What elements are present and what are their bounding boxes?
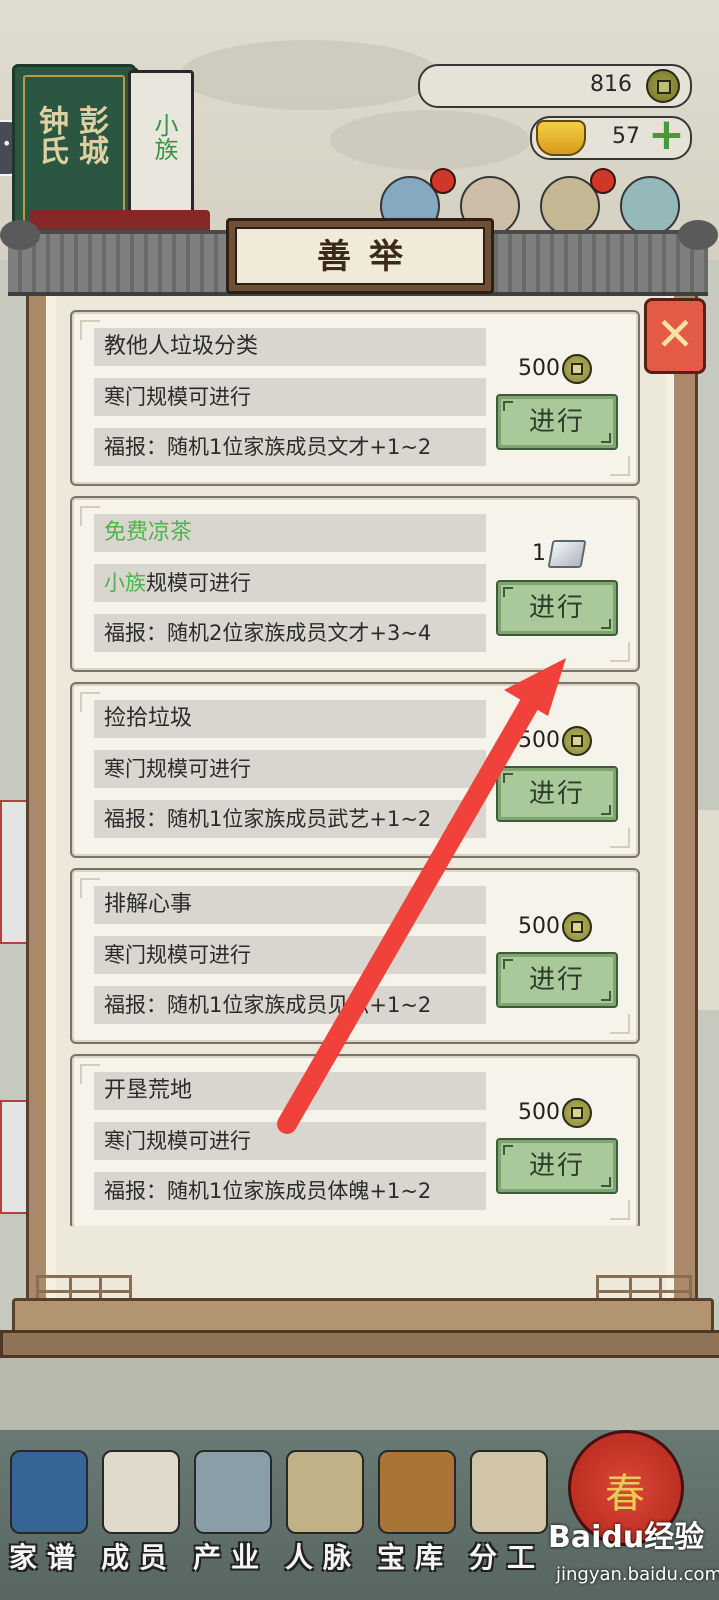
perform-deed-button[interactable]: 进行 — [496, 952, 618, 1008]
deed-name: 排解心事 — [94, 886, 486, 924]
watermark: Baidu经验 jingyan.baidu.com — [548, 1512, 719, 1596]
copper-coin-icon — [562, 354, 592, 384]
roof-end-right — [678, 220, 718, 250]
perform-deed-button[interactable]: 进行 — [496, 766, 618, 822]
deed-list[interactable]: 教他人垃圾分类 寒门规模可进行 福报：随机1位家族成员文才+1~2 500 进行… — [68, 308, 648, 1226]
deed-cost: 500 — [518, 912, 592, 942]
silver-ingot-icon — [547, 540, 587, 568]
perform-deed-button[interactable]: 进行 — [496, 1138, 618, 1194]
deed-card: 排解心事 寒门规模可进行 福报：随机1位家族成员见识+1~2 500 进行 — [70, 868, 640, 1044]
deed-card: 捡拾垃圾 寒门规模可进行 福报：随机1位家族成员武艺+1~2 500 进行 — [70, 682, 640, 858]
deed-name: 捡拾垃圾 — [94, 700, 486, 738]
deed-requirement-text: 规模可进行 — [146, 571, 251, 595]
deed-requirement: 小族规模可进行 — [94, 564, 486, 602]
deed-reward: 福报：随机1位家族成员文才+1~2 — [94, 428, 486, 466]
deed-reward: 福报：随机1位家族成员体魄+1~2 — [94, 1172, 486, 1210]
deed-requirement-rank: 小族 — [104, 571, 146, 595]
deed-card: 教他人垃圾分类 寒门规模可进行 福报：随机1位家族成员文才+1~2 500 进行 — [70, 310, 640, 486]
deed-card: 开垦荒地 寒门规模可进行 福报：随机1位家族成员体魄+1~2 500 进行 — [70, 1054, 640, 1226]
deed-cost-value: 1 — [532, 541, 546, 566]
dialog-base-beam — [0, 1330, 719, 1358]
deed-reward: 福报：随机2位家族成员文才+3~4 — [94, 614, 486, 652]
deed-card: 免费凉茶 小族规模可进行 福报：随机2位家族成员文才+3~4 1 进行 — [70, 496, 640, 672]
deed-cost: 500 — [518, 726, 592, 756]
perform-deed-button[interactable]: 进行 — [496, 394, 618, 450]
deed-name: 开垦荒地 — [94, 1072, 486, 1110]
deed-reward: 福报：随机1位家族成员见识+1~2 — [94, 986, 486, 1024]
copper-coin-icon — [562, 726, 592, 756]
deed-name: 免费凉茶 — [94, 514, 486, 552]
copper-coin-icon — [562, 1098, 592, 1128]
deed-cost: 500 — [518, 354, 592, 384]
deed-cost-value: 500 — [518, 728, 560, 753]
deed-cost: 1 — [532, 540, 587, 570]
watermark-url: jingyan.baidu.com — [556, 1564, 719, 1585]
deed-name: 教他人垃圾分类 — [94, 328, 486, 366]
perform-deed-button[interactable]: 进行 — [496, 580, 618, 636]
deed-requirement: 寒门规模可进行 — [94, 750, 486, 788]
deed-cost-value: 500 — [518, 356, 560, 381]
roof-end-left — [0, 220, 40, 250]
deed-requirement: 寒门规模可进行 — [94, 1122, 486, 1160]
dialog-title-plaque: 善举 — [226, 218, 494, 294]
deed-cost-value: 500 — [518, 1100, 560, 1125]
close-button[interactable]: ✕ — [644, 298, 706, 374]
deed-cost: 500 — [518, 1098, 592, 1128]
deed-requirement: 寒门规模可进行 — [94, 936, 486, 974]
copper-coin-icon — [562, 912, 592, 942]
dialog-title: 善举 — [317, 237, 421, 277]
watermark-logo: Baidu经验 — [548, 1520, 705, 1555]
close-icon: ✕ — [655, 307, 695, 361]
deed-requirement: 寒门规模可进行 — [94, 378, 486, 416]
deed-cost-value: 500 — [518, 914, 560, 939]
deed-reward: 福报：随机1位家族成员武艺+1~2 — [94, 800, 486, 838]
